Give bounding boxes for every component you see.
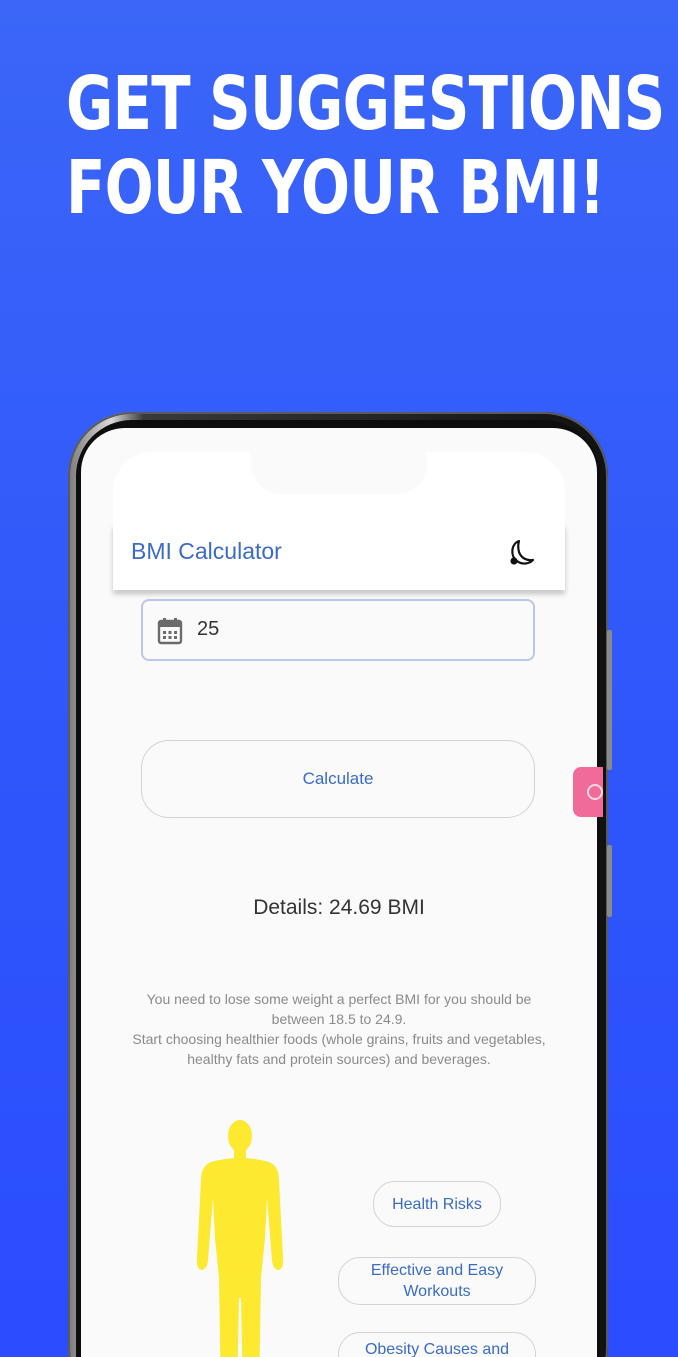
headline-line-2: FOUR YOUR BMI! [66,145,605,231]
body-silhouette-icon [196,1120,284,1357]
age-value: 25 [197,618,220,640]
chip-workouts[interactable]: Effective and Easy Workouts [338,1257,536,1305]
bmi-advice: You need to lose some weight a perfect B… [129,989,549,1069]
headline-line-1: GET SUGGESTIONS [66,61,665,147]
app-title: BMI Calculator [131,538,282,564]
phone-volume-button [607,630,612,770]
phone-power-button [607,845,612,917]
advice-line-1: You need to lose some weight a perfect B… [146,991,532,1027]
advice-line-2: Start choosing healthier foods (whole gr… [132,1031,546,1067]
age-input[interactable]: 25 [141,599,535,661]
bmi-details: Details: 24.69 BMI [253,896,425,919]
calculate-button[interactable]: Calculate [141,740,535,818]
app-bar: BMI Calculator [113,524,565,590]
promo-headline: GET SUGGESTIONS FOUR YOUR BMI! [66,61,665,231]
camera-notch [251,452,427,494]
chip-obesity-causes[interactable]: Obesity Causes and [338,1332,536,1357]
moon-icon[interactable] [505,538,535,568]
chip-health-risks[interactable]: Health Risks [373,1181,501,1227]
calendar-icon [157,618,183,645]
phone-screen: BMI Calculator 25 Calculate Details: 24.… [81,428,597,1357]
side-tab-button[interactable] [573,767,603,817]
